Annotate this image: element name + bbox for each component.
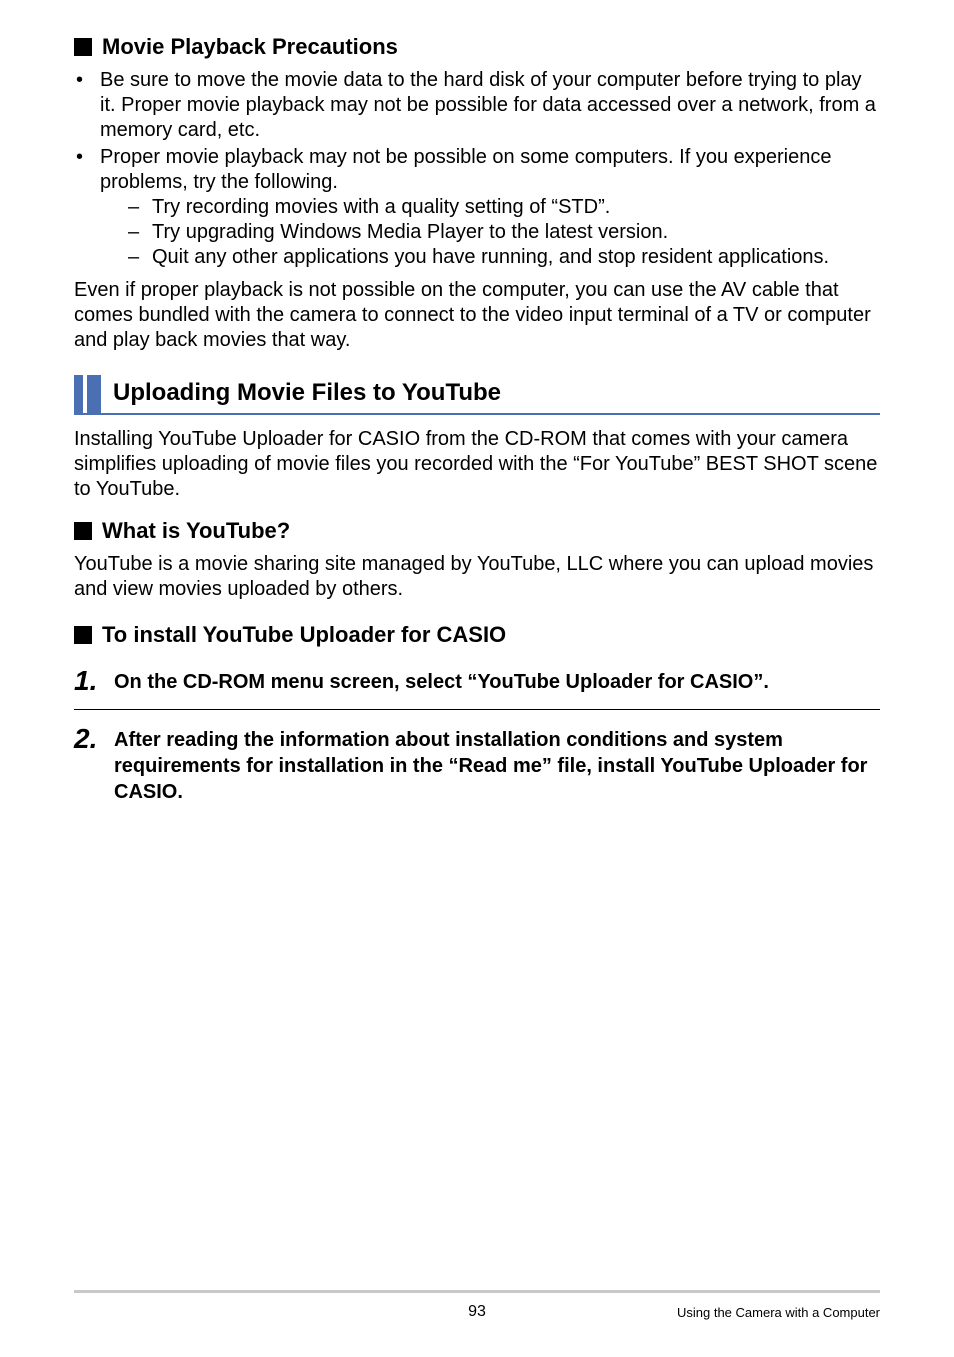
step-text: After reading the information about inst… [114, 724, 880, 805]
bullet-dot-icon: • [74, 145, 100, 270]
page-content: Movie Playback Precautions • Be sure to … [0, 0, 954, 815]
square-bullet-icon [74, 626, 92, 644]
dash-icon: – [128, 195, 152, 220]
bullet-text-inner: Proper movie playback may not be possibl… [100, 146, 831, 193]
step-text: On the CD-ROM menu screen, select “YouTu… [114, 666, 769, 695]
bullet-dot-icon: • [74, 68, 100, 143]
bullet-item: • Be sure to move the movie data to the … [74, 68, 880, 143]
step-2: 2. After reading the information about i… [74, 714, 880, 815]
heading-install-uploader: To install YouTube Uploader for CASIO [74, 622, 880, 648]
paragraph-what-is: YouTube is a movie sharing site managed … [74, 552, 880, 602]
dash-item: – Quit any other applications you have r… [128, 245, 880, 270]
step-number: 2. [74, 724, 114, 753]
section-title: Uploading Movie Files to YouTube [101, 375, 501, 413]
paragraph-av-cable: Even if proper playback is not possible … [74, 278, 880, 353]
bullet-item: • Proper movie playback may not be possi… [74, 145, 880, 270]
dash-text: Try recording movies with a quality sett… [152, 195, 610, 220]
heading-text: What is YouTube? [102, 518, 290, 544]
square-bullet-icon [74, 38, 92, 56]
step-number: 1. [74, 666, 114, 695]
heading-bar-icon [74, 375, 83, 413]
dash-icon: – [128, 220, 152, 245]
bullet-text: Be sure to move the movie data to the ha… [100, 68, 880, 143]
dash-item: – Try recording movies with a quality se… [128, 195, 880, 220]
dash-text: Try upgrading Windows Media Player to th… [152, 220, 668, 245]
heading-movie-precautions: Movie Playback Precautions [74, 34, 880, 60]
bullet-text: Proper movie playback may not be possibl… [100, 145, 880, 270]
footer-row: 93 Using the Camera with a Computer [74, 1303, 880, 1321]
dash-text: Quit any other applications you have run… [152, 245, 829, 270]
bullet-list: • Be sure to move the movie data to the … [74, 68, 880, 270]
square-bullet-icon [74, 522, 92, 540]
paragraph-upload-intro: Installing YouTube Uploader for CASIO fr… [74, 427, 880, 502]
page-footer: 93 Using the Camera with a Computer [0, 1290, 954, 1321]
section-heading-uploading: Uploading Movie Files to YouTube [74, 375, 880, 415]
heading-text: Movie Playback Precautions [102, 34, 398, 60]
step-divider [74, 709, 880, 710]
dash-icon: – [128, 245, 152, 270]
heading-what-is-youtube: What is YouTube? [74, 518, 880, 544]
page-number: 93 [343, 1303, 612, 1321]
dash-item: – Try upgrading Windows Media Player to … [128, 220, 880, 245]
step-1: 1. On the CD-ROM menu screen, select “Yo… [74, 656, 880, 705]
heading-text: To install YouTube Uploader for CASIO [102, 622, 506, 648]
footer-section: Using the Camera with a Computer [611, 1305, 880, 1320]
dash-list: – Try recording movies with a quality se… [100, 195, 880, 270]
heading-bar-icon [87, 375, 101, 413]
footer-divider [74, 1290, 880, 1293]
